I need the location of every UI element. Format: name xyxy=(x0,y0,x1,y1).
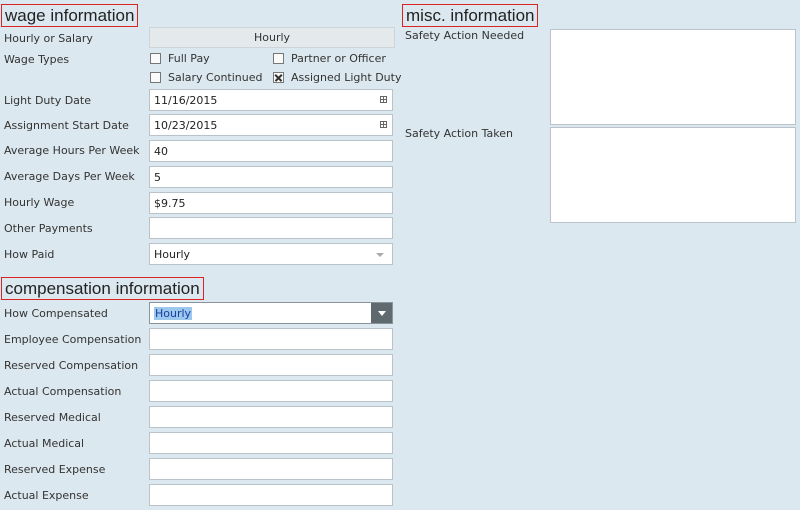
how-compensated-label: How Compensated xyxy=(4,307,108,320)
safety-action-needed-textarea[interactable] xyxy=(550,29,796,125)
reserved-expense-field[interactable] xyxy=(149,458,393,480)
hourly-or-salary-label: Hourly or Salary xyxy=(4,32,93,45)
calendar-icon[interactable] xyxy=(380,96,387,103)
average-days-field[interactable]: 5 xyxy=(149,166,393,188)
actual-compensation-field[interactable] xyxy=(149,380,393,402)
how-paid-label: How Paid xyxy=(4,248,55,261)
assignment-start-date-field[interactable]: 10/23/2015 xyxy=(149,114,393,136)
average-days-value: 5 xyxy=(154,171,161,184)
other-payments-field[interactable] xyxy=(149,217,393,239)
average-hours-value: 40 xyxy=(154,145,168,158)
partner-or-officer-checkbox[interactable] xyxy=(273,53,284,64)
partner-or-officer-label: Partner or Officer xyxy=(291,52,386,65)
actual-expense-field[interactable] xyxy=(149,484,393,506)
chevron-down-icon[interactable] xyxy=(371,303,392,323)
wage-types-label: Wage Types xyxy=(4,53,70,66)
how-paid-value: Hourly xyxy=(154,248,191,261)
safety-action-needed-label: Safety Action Needed xyxy=(405,29,525,42)
compensation-information-heading: compensation information xyxy=(1,277,204,300)
misc-information-heading: misc. information xyxy=(402,4,539,27)
other-payments-label: Other Payments xyxy=(4,222,93,235)
reserved-medical-field[interactable] xyxy=(149,406,393,428)
hourly-wage-label: Hourly Wage xyxy=(4,196,75,209)
average-days-label: Average Days Per Week xyxy=(4,170,135,183)
average-hours-label: Average Hours Per Week xyxy=(4,144,140,157)
reserved-medical-label: Reserved Medical xyxy=(4,411,101,424)
assignment-start-date-value: 10/23/2015 xyxy=(154,119,218,132)
hourly-wage-field[interactable]: $9.75 xyxy=(149,192,393,214)
assigned-light-duty-checkbox[interactable] xyxy=(273,72,284,83)
light-duty-date-label: Light Duty Date xyxy=(4,94,92,107)
assigned-light-duty-label: Assigned Light Duty xyxy=(291,71,402,84)
actual-expense-label: Actual Expense xyxy=(4,489,89,502)
reserved-compensation-label: Reserved Compensation xyxy=(4,359,139,372)
safety-action-taken-label: Safety Action Taken xyxy=(405,127,513,140)
full-pay-checkbox[interactable] xyxy=(150,53,161,64)
calendar-icon[interactable] xyxy=(380,121,387,128)
hourly-or-salary-toggle[interactable]: Hourly xyxy=(149,27,395,48)
employee-compensation-label: Employee Compensation xyxy=(4,333,142,346)
chevron-down-icon[interactable] xyxy=(376,253,384,257)
how-compensated-value: Hourly xyxy=(154,307,193,320)
salary-continued-label: Salary Continued xyxy=(168,71,263,84)
light-duty-date-value: 11/16/2015 xyxy=(154,94,218,107)
employee-compensation-field[interactable] xyxy=(149,328,393,350)
actual-compensation-label: Actual Compensation xyxy=(4,385,122,398)
hourly-wage-value: $9.75 xyxy=(154,197,186,210)
how-compensated-select[interactable]: Hourly xyxy=(149,302,393,324)
salary-continued-checkbox[interactable] xyxy=(150,72,161,83)
actual-medical-label: Actual Medical xyxy=(4,437,85,450)
full-pay-label: Full Pay xyxy=(168,52,210,65)
average-hours-field[interactable]: 40 xyxy=(149,140,393,162)
reserved-compensation-field[interactable] xyxy=(149,354,393,376)
assignment-start-date-label: Assignment Start Date xyxy=(4,119,129,132)
light-duty-date-field[interactable]: 11/16/2015 xyxy=(149,89,393,111)
safety-action-taken-textarea[interactable] xyxy=(550,127,796,223)
actual-medical-field[interactable] xyxy=(149,432,393,454)
reserved-expense-label: Reserved Expense xyxy=(4,463,106,476)
how-paid-select[interactable]: Hourly xyxy=(149,243,393,265)
wage-information-heading: wage information xyxy=(1,4,139,27)
